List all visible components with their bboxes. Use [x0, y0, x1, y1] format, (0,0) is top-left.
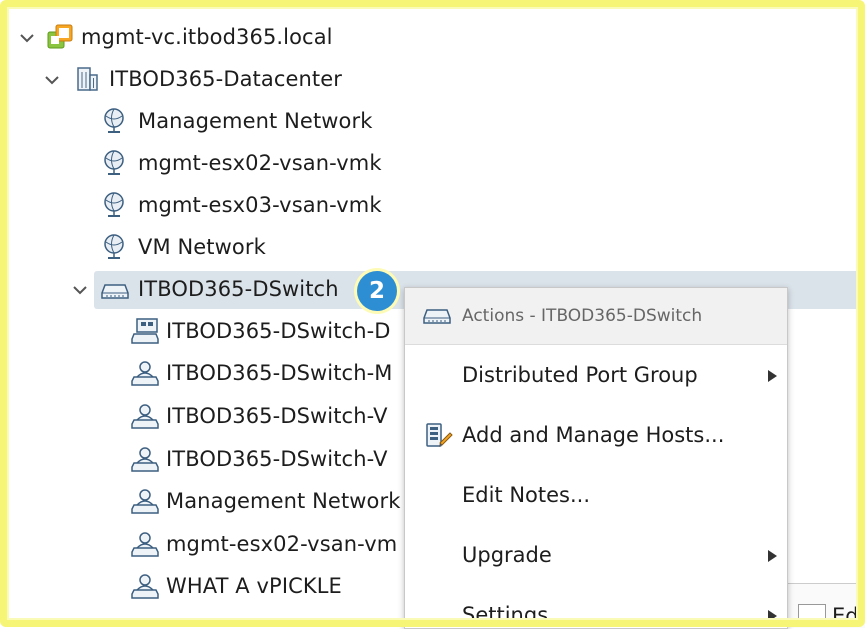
tree-node-label: mgmt-esx02-vsan-vm: [166, 532, 398, 556]
portgroup-icon: [131, 360, 159, 386]
vcenter-icon: [47, 24, 73, 50]
tree-node-label: VM Network: [138, 235, 266, 259]
tree-node-label: mgmt-esx02-vsan-vmk: [138, 151, 382, 175]
edit-panel-corner[interactable]: Edi: [783, 583, 865, 628]
dswitch-icon: [423, 305, 451, 331]
tree-node-datacenter[interactable]: ITBOD365-Datacenter: [0, 59, 865, 99]
chevron-down-icon[interactable]: [43, 71, 61, 89]
menu-item-upgrade[interactable]: Upgrade: [405, 526, 787, 586]
datacenter-icon: [74, 66, 100, 92]
tree-node-network[interactable]: mgmt-esx03-vsan-vmk: [0, 185, 865, 225]
portgroup-icon: [131, 446, 159, 472]
edit-icon: [798, 604, 826, 624]
tree-node-network[interactable]: VM Network: [0, 227, 865, 267]
tree-node-label: mgmt-vc.itbod365.local: [81, 25, 333, 49]
step-callout-badge: 2: [357, 271, 397, 311]
tree-node-label: ITBOD365-DSwitch-V: [166, 447, 388, 471]
portgroup-icon: [131, 573, 159, 599]
menu-header: Actions - ITBOD365-DSwitch: [405, 288, 787, 345]
portgroup-icon: [131, 403, 159, 429]
tree-node-vcenter[interactable]: mgmt-vc.itbod365.local: [0, 17, 865, 57]
submenu-arrow-icon: [768, 610, 777, 622]
tree-node-label: Management Network: [138, 109, 373, 133]
portgroup-icon: [131, 488, 159, 514]
menu-item-label: Distributed Port Group: [462, 363, 698, 387]
tree-node-label: ITBOD365-DSwitch-V: [166, 404, 388, 428]
dswitch-icon: [101, 278, 129, 304]
network-icon: [101, 192, 127, 218]
tree-node-label: ITBOD365-Datacenter: [109, 67, 343, 91]
menu-item-label: Upgrade: [462, 543, 552, 567]
tree-node-label: WHAT A vPICKLE: [166, 574, 342, 598]
actions-context-menu: Actions - ITBOD365-DSwitch Distributed P…: [404, 287, 788, 629]
edit-label: Edi: [832, 604, 865, 628]
menu-item-add-manage-hosts[interactable]: Add and Manage Hosts...: [405, 406, 787, 466]
add-hosts-icon: [425, 421, 453, 453]
menu-item-label: Settings: [462, 603, 549, 627]
menu-item-edit-notes[interactable]: Edit Notes...: [405, 466, 787, 526]
submenu-arrow-icon: [768, 370, 777, 382]
menu-item-settings[interactable]: Settings: [405, 586, 787, 628]
network-icon: [101, 234, 127, 260]
submenu-arrow-icon: [768, 550, 777, 562]
menu-item-label: Add and Manage Hosts...: [462, 423, 725, 447]
tree-node-label: ITBOD365-DSwitch-D: [166, 319, 391, 343]
chevron-down-icon[interactable]: [71, 281, 89, 299]
menu-item-distributed-port-group[interactable]: Distributed Port Group: [405, 346, 787, 406]
tree-node-network[interactable]: Management Network: [0, 101, 865, 141]
menu-item-label: Edit Notes...: [462, 483, 591, 507]
network-icon: [101, 150, 127, 176]
chevron-down-icon[interactable]: [18, 29, 36, 47]
tree-node-label: ITBOD365-DSwitch: [138, 277, 339, 301]
uplink-portgroup-icon: [131, 318, 159, 344]
portgroup-icon: [131, 531, 159, 557]
tree-node-label: mgmt-esx03-vsan-vmk: [138, 193, 382, 217]
tree-node-network[interactable]: mgmt-esx02-vsan-vmk: [0, 143, 865, 183]
tree-node-label: ITBOD365-DSwitch-M: [166, 361, 393, 385]
menu-header-title: Actions - ITBOD365-DSwitch: [462, 306, 703, 326]
tree-node-label: Management Network: [166, 489, 401, 513]
network-icon: [101, 108, 127, 134]
